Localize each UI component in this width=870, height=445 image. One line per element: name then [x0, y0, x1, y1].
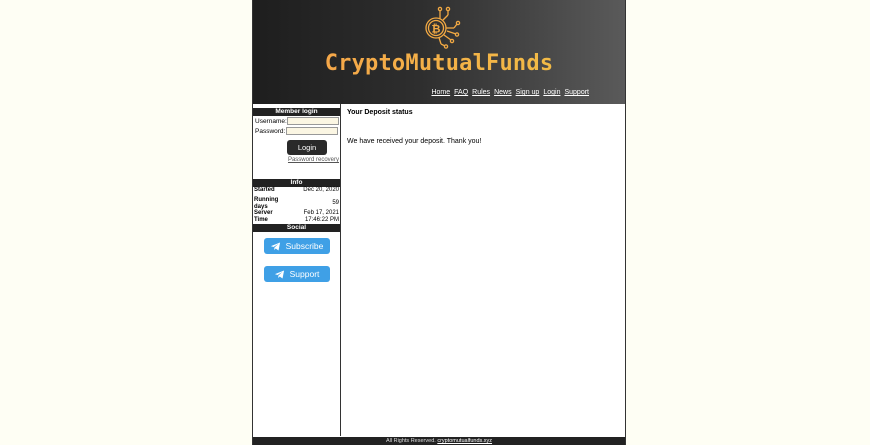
- social-heading: Social: [253, 224, 340, 232]
- subscribe-button[interactable]: Subscribe: [263, 238, 330, 254]
- subscribe-label: Subscribe: [285, 241, 324, 251]
- nav-home[interactable]: Home: [431, 89, 450, 96]
- password-label: Password:: [255, 127, 286, 135]
- support-button[interactable]: Support: [263, 266, 330, 282]
- username-input[interactable]: [286, 117, 339, 125]
- info-key: Server Time: [254, 210, 273, 223]
- table-row: Running days 59: [253, 197, 340, 210]
- username-label: Username:: [255, 117, 287, 125]
- page-container: ₿ CryptoMutualFunds Home FAQ Rules News …: [252, 0, 626, 445]
- nav-rules[interactable]: Rules: [472, 89, 490, 96]
- info-table: Started Dec 20, 2020 Running days 59 Ser…: [253, 187, 340, 223]
- telegram-icon: [270, 241, 280, 251]
- nav-support[interactable]: Support: [564, 89, 589, 96]
- deposit-message: We have received your deposit. Thank you…: [347, 138, 482, 145]
- bitcoin-circuit-logo-icon: ₿: [425, 6, 461, 49]
- nav-faq[interactable]: FAQ: [454, 89, 468, 96]
- info-value: Dec 20, 2020: [303, 187, 339, 193]
- svg-text:₿: ₿: [432, 24, 441, 36]
- info-value: Feb 17, 2021 17:46:22 PM: [303, 210, 339, 223]
- support-label: Support: [289, 269, 320, 279]
- footer-link[interactable]: cryptomutualfunds.xyz: [437, 438, 492, 444]
- telegram-icon: [274, 269, 284, 279]
- info-value: 59: [332, 200, 339, 207]
- member-login-heading: Member login: [253, 108, 340, 116]
- site-brand-title: CryptoMutualFunds: [253, 51, 625, 76]
- password-recovery-link[interactable]: Password recovery: [253, 157, 340, 163]
- table-row: Server Time Feb 17, 2021 17:46:22 PM: [253, 210, 340, 223]
- login-button[interactable]: Login: [287, 140, 327, 155]
- info-key: Running days: [254, 197, 279, 210]
- table-row: Started Dec 20, 2020: [253, 187, 340, 197]
- site-header: ₿ CryptoMutualFunds Home FAQ Rules News …: [253, 0, 625, 104]
- info-heading: Info: [253, 179, 340, 187]
- nav-news[interactable]: News: [494, 89, 512, 96]
- main-content: Your Deposit status We have received you…: [347, 104, 617, 145]
- password-input[interactable]: [286, 127, 338, 135]
- site-footer: All Rights Reserved. cryptomutualfunds.x…: [253, 437, 625, 445]
- username-row: Username:: [253, 116, 340, 126]
- page-title: Your Deposit status: [347, 109, 413, 116]
- footer-text: All Rights Reserved.: [385, 438, 436, 444]
- nav-signup[interactable]: Sign up: [516, 89, 540, 96]
- nav-login[interactable]: Login: [543, 89, 560, 96]
- sidebar: Member login Username: Password: Login P…: [253, 104, 341, 436]
- password-row: Password:: [253, 126, 340, 136]
- main-nav: Home FAQ Rules News Sign up Login Suppor…: [431, 89, 589, 96]
- info-key: Started: [254, 187, 275, 193]
